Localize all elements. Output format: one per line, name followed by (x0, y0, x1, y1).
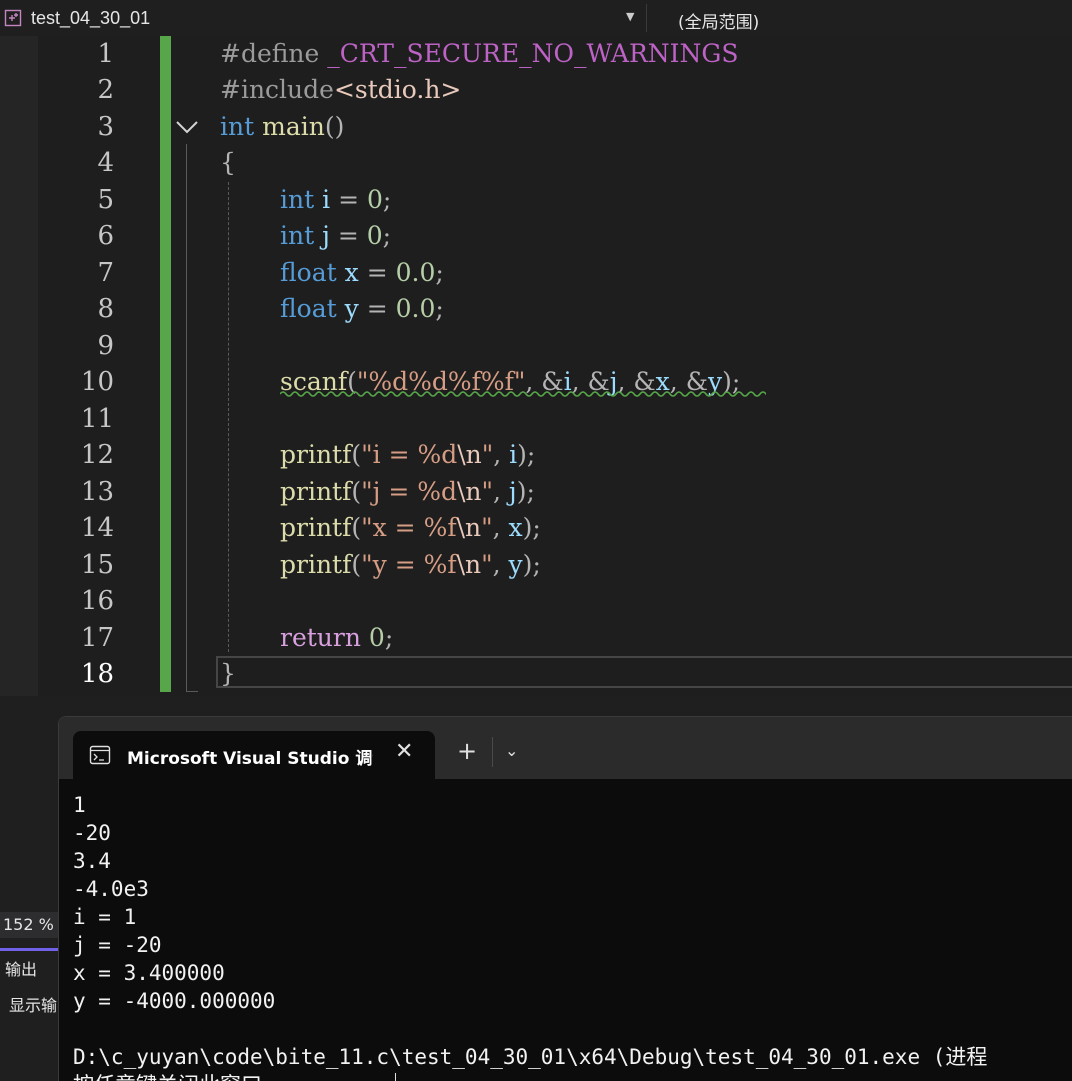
output-panel-tab[interactable]: 输出 (5, 956, 37, 980)
terminal-titlebar: Microsoft Visual Studio 调试控制台 ✕ + ⌄ (59, 717, 1072, 779)
chevron-down-icon[interactable]: ⌄ (505, 741, 518, 760)
line-number: 6 (97, 221, 114, 251)
outlining-guide-end (186, 691, 198, 692)
outlining-guide (186, 144, 187, 692)
code-line[interactable]: int j = 0; (280, 218, 391, 254)
line-number: 17 (80, 623, 114, 653)
line-number: 15 (80, 550, 114, 580)
console-app-icon (89, 745, 111, 765)
active-panel-indicator (0, 948, 58, 951)
code-line[interactable]: printf("j = %d\n", j); (280, 474, 535, 510)
debug-console-window[interactable]: Microsoft Visual Studio 调试控制台 ✕ + ⌄ 1 -2… (58, 716, 1072, 1081)
current-line-highlight (216, 656, 1072, 688)
line-number: 10 (80, 367, 114, 397)
line-number: 1 (97, 39, 114, 69)
fold-collapse-icon[interactable] (174, 116, 200, 138)
code-line[interactable]: return 0; (280, 620, 393, 656)
line-number: 3 (97, 112, 114, 142)
change-tracking-bar (160, 36, 171, 692)
scope-dropdown[interactable]: (全局范围) (652, 4, 1072, 33)
indent-guide (228, 182, 229, 652)
chevron-down-icon[interactable]: ▼ (626, 10, 634, 23)
code-line[interactable]: float y = 0.0; (280, 291, 444, 327)
code-line[interactable]: #define _CRT_SECURE_NO_WARNINGS (220, 36, 739, 72)
navigation-bar: test_04_30_01 ▼ (全局范围) (0, 0, 1072, 37)
code-line[interactable]: int i = 0; (280, 182, 391, 218)
line-number: 12 (80, 440, 114, 470)
show-output-from-label: 显示输 (9, 996, 58, 1015)
line-number: 7 (97, 258, 114, 288)
line-number: 13 (80, 477, 114, 507)
text-cursor (395, 1073, 396, 1081)
code-line[interactable]: float x = 0.0; (280, 255, 444, 291)
terminal-tab[interactable]: Microsoft Visual Studio 调试控制台 ✕ (73, 731, 435, 779)
visual-studio-window: test_04_30_01 ▼ (全局范围) 1 2 3 4 5 6 7 8 9… (0, 0, 1072, 1081)
line-number: 4 (97, 148, 114, 178)
code-line[interactable]: } (220, 656, 236, 692)
line-number: 2 (97, 75, 114, 105)
line-number-current: 18 (80, 659, 114, 689)
editor-left-margin (0, 36, 38, 696)
new-tab-plus-icon[interactable]: + (457, 739, 477, 763)
project-name: test_04_30_01 (31, 8, 151, 28)
code-line[interactable]: printf("x = %f\n", x); (280, 510, 541, 546)
code-line[interactable]: { (220, 145, 236, 181)
warning-squiggle[interactable] (280, 390, 766, 398)
line-number: 14 (80, 513, 114, 543)
code-line[interactable]: #include<stdio.h> (220, 72, 461, 108)
code-line[interactable]: int main() (220, 109, 344, 145)
close-icon[interactable]: ✕ (395, 739, 413, 764)
project-dropdown[interactable]: test_04_30_01 ▼ (0, 4, 647, 32)
line-number: 8 (97, 294, 114, 324)
line-number: 9 (97, 331, 114, 361)
cpp-project-icon (4, 9, 22, 27)
code-line[interactable]: printf("i = %d\n", i); (280, 437, 535, 473)
line-number: 5 (97, 185, 114, 215)
terminal-tab-title: Microsoft Visual Studio 调试控制台 (127, 749, 373, 769)
titlebar-divider (492, 737, 493, 767)
scope-name: (全局范围) (678, 13, 760, 33)
zoom-level[interactable]: 152 % (0, 912, 58, 938)
line-number: 11 (80, 404, 114, 434)
console-output: 1 -20 3.4 -4.0e3 i = 1 j = -20 x = 3.400… (73, 793, 988, 1081)
line-number: 16 (80, 586, 114, 616)
code-line[interactable]: printf("y = %f\n", y); (280, 547, 541, 583)
